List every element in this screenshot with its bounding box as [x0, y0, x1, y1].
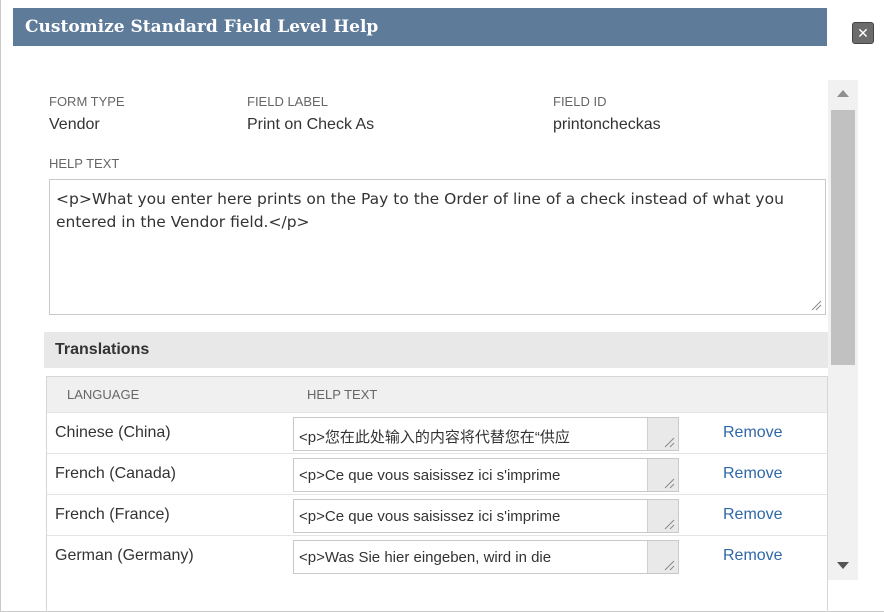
- translation-help-text: <p>Ce que vous saisissez ici s'imprime: [299, 508, 561, 525]
- resize-grip-icon[interactable]: [647, 541, 678, 573]
- form-type-label: FORM TYPE: [49, 94, 125, 109]
- table-row: French (Canada) <p>Ce que vous saisissez…: [47, 453, 827, 494]
- help-text-content: <p>What you enter here prints on the Pay…: [56, 190, 784, 231]
- table-header: LANGUAGE HELP TEXT: [47, 377, 827, 412]
- field-id-label: FIELD ID: [553, 94, 607, 109]
- close-button[interactable]: ✕: [852, 22, 874, 44]
- translation-help-input[interactable]: <p>您在此处输入的内容将代替您在“供应: [293, 417, 679, 451]
- resize-grip-icon[interactable]: [647, 459, 678, 491]
- scroll-up-arrow-icon[interactable]: [837, 90, 849, 97]
- translation-help-text: <p>您在此处输入的内容将代替您在“供应: [299, 429, 570, 446]
- dialog-title: Customize Standard Field Level Help: [25, 17, 379, 37]
- column-header-help-text: HELP TEXT: [307, 387, 378, 402]
- help-text-textarea[interactable]: <p>What you enter here prints on the Pay…: [49, 179, 826, 315]
- row-language: French (France): [55, 506, 170, 523]
- field-label-value: Print on Check As: [247, 116, 375, 133]
- table-row: Chinese (China) <p>您在此处输入的内容将代替您在“供应 Rem…: [47, 412, 827, 453]
- translation-help-input[interactable]: <p>Was Sie hier eingeben, wird in die: [293, 540, 679, 574]
- remove-link[interactable]: Remove: [723, 547, 783, 565]
- row-language: German (Germany): [55, 547, 194, 564]
- field-id-value: printoncheckas: [553, 116, 661, 133]
- resize-grip-icon[interactable]: [810, 299, 822, 311]
- translations-title: Translations: [55, 341, 150, 358]
- column-header-language: LANGUAGE: [67, 387, 140, 402]
- help-text-label: HELP TEXT: [49, 156, 120, 171]
- dialog-content: FORM TYPE Vendor FIELD LABEL Print on Ch…: [13, 46, 828, 612]
- resize-grip-icon[interactable]: [647, 500, 678, 532]
- row-language: French (Canada): [55, 465, 176, 482]
- translations-section-header: [44, 332, 828, 368]
- scrollbar-thumb[interactable]: [831, 110, 855, 365]
- table-row: German (Germany) <p>Was Sie hier eingebe…: [47, 535, 827, 576]
- resize-grip-icon[interactable]: [647, 418, 678, 450]
- close-icon: ✕: [857, 25, 869, 41]
- customize-help-dialog: Customize Standard Field Level Help ✕ FO…: [0, 0, 884, 612]
- remove-link[interactable]: Remove: [723, 465, 783, 483]
- translations-table: LANGUAGE HELP TEXT Chinese (China) <p>您在…: [46, 376, 828, 612]
- field-label-label: FIELD LABEL: [247, 94, 328, 109]
- translation-help-input[interactable]: <p>Ce que vous saisissez ici s'imprime: [293, 458, 679, 492]
- translation-help-input[interactable]: <p>Ce que vous saisissez ici s'imprime: [293, 499, 679, 533]
- remove-link[interactable]: Remove: [723, 424, 783, 442]
- translation-help-text: <p>Was Sie hier eingeben, wird in die: [299, 549, 552, 566]
- form-type-value: Vendor: [49, 116, 100, 133]
- translation-help-text: <p>Ce que vous saisissez ici s'imprime: [299, 467, 561, 484]
- scroll-down-arrow-icon[interactable]: [837, 562, 849, 569]
- remove-link[interactable]: Remove: [723, 506, 783, 524]
- table-row: French (France) <p>Ce que vous saisissez…: [47, 494, 827, 535]
- row-language: Chinese (China): [55, 424, 171, 441]
